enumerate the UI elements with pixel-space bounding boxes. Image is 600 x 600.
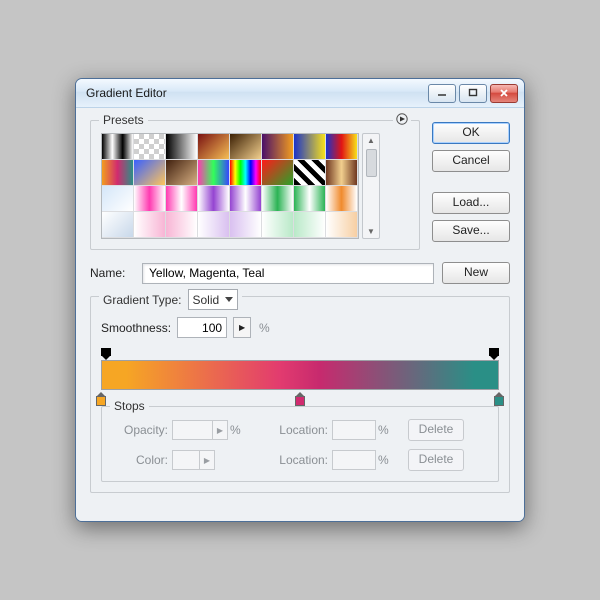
preset-swatch[interactable] xyxy=(198,134,230,160)
preset-swatch[interactable] xyxy=(198,160,230,186)
preset-swatch[interactable] xyxy=(166,160,198,186)
preset-swatch[interactable] xyxy=(166,134,198,160)
delete-color-stop-button: Delete xyxy=(408,449,464,471)
name-label: Name: xyxy=(90,266,134,280)
maximize-button[interactable] xyxy=(459,84,487,103)
preset-swatch[interactable] xyxy=(102,186,134,212)
color-swatch xyxy=(172,450,200,470)
name-row: Name: New xyxy=(90,262,510,284)
percent-label-2: % xyxy=(228,423,242,437)
preset-swatch[interactable] xyxy=(134,186,166,212)
gradient-ramp[interactable] xyxy=(101,348,499,406)
smoothness-label: Smoothness: xyxy=(101,321,171,335)
preset-swatch[interactable] xyxy=(166,212,198,238)
maximize-icon xyxy=(468,88,478,98)
gradient-editor-window: Gradient Editor Presets xyxy=(75,78,525,522)
stops-legend: Stops xyxy=(110,399,149,413)
color-stop[interactable] xyxy=(494,392,504,406)
save-button[interactable]: Save... xyxy=(432,220,510,242)
flyout-icon xyxy=(396,113,408,125)
preset-swatch[interactable] xyxy=(326,134,358,160)
percent-label-4: % xyxy=(376,453,390,467)
preset-swatch[interactable] xyxy=(262,134,294,160)
location2-label: Location: xyxy=(272,453,332,467)
smoothness-input[interactable] xyxy=(177,317,227,338)
preset-swatch[interactable] xyxy=(230,134,262,160)
opacity-stepper: ▶ xyxy=(213,420,228,440)
presets-flyout-button[interactable] xyxy=(393,113,411,128)
preset-swatch[interactable] xyxy=(230,186,262,212)
preset-swatch[interactable] xyxy=(198,186,230,212)
scroll-down-arrow[interactable]: ▼ xyxy=(367,227,375,236)
preset-swatch[interactable] xyxy=(262,212,294,238)
preset-swatch[interactable] xyxy=(326,160,358,186)
delete-opacity-stop-button: Delete xyxy=(408,419,464,441)
cancel-button[interactable]: Cancel xyxy=(432,150,510,172)
scroll-thumb[interactable] xyxy=(366,149,377,177)
preset-swatch[interactable] xyxy=(102,212,134,238)
preset-swatch[interactable] xyxy=(262,160,294,186)
color-label: Color: xyxy=(112,453,172,467)
window-title: Gradient Editor xyxy=(82,86,428,100)
opacity-stop-right[interactable] xyxy=(489,348,499,360)
preset-swatch[interactable] xyxy=(230,160,262,186)
scroll-up-arrow[interactable]: ▲ xyxy=(367,136,375,145)
preset-swatch[interactable] xyxy=(134,160,166,186)
preset-swatch[interactable] xyxy=(166,186,198,212)
preset-swatch[interactable] xyxy=(294,212,326,238)
close-icon xyxy=(499,88,509,98)
name-input[interactable] xyxy=(142,263,434,284)
preset-swatch[interactable] xyxy=(262,186,294,212)
presets-legend: Presets xyxy=(99,113,148,127)
opacity-label: Opacity: xyxy=(112,423,172,437)
preset-swatch[interactable] xyxy=(102,160,134,186)
percent-label-1: % xyxy=(257,321,270,335)
new-button[interactable]: New xyxy=(442,262,510,284)
close-button[interactable] xyxy=(490,84,518,103)
opacity-stop-left[interactable] xyxy=(101,348,111,360)
title-bar: Gradient Editor xyxy=(76,79,524,108)
gradient-type-value: Solid xyxy=(193,293,220,307)
preset-swatch[interactable] xyxy=(134,134,166,160)
minimize-icon xyxy=(437,88,447,98)
preset-swatch[interactable] xyxy=(198,212,230,238)
percent-label-3: % xyxy=(376,423,390,437)
color-flyout: ▶ xyxy=(200,450,215,470)
preset-swatch[interactable] xyxy=(294,134,326,160)
opacity-input xyxy=(172,420,213,440)
preset-swatch[interactable] xyxy=(326,212,358,238)
gradient-preview[interactable] xyxy=(101,360,499,390)
preset-swatch[interactable] xyxy=(102,134,134,160)
ok-button[interactable]: OK xyxy=(432,122,510,144)
minimize-button[interactable] xyxy=(428,84,456,103)
smoothness-stepper[interactable]: ▶ xyxy=(233,317,251,338)
location1-input xyxy=(332,420,376,440)
presets-scrollbar[interactable]: ▲ ▼ xyxy=(362,133,380,239)
color-stop[interactable] xyxy=(96,392,106,406)
smoothness-row: Smoothness: ▶ % xyxy=(101,317,499,338)
preset-swatch[interactable] xyxy=(294,160,326,186)
preset-swatch[interactable] xyxy=(326,186,358,212)
gradient-type-group: Gradient Type: Solid Smoothness: ▶ % xyxy=(90,296,510,493)
color-stop[interactable] xyxy=(295,392,305,406)
preset-swatch[interactable] xyxy=(230,212,262,238)
gradient-type-select[interactable]: Solid xyxy=(188,289,239,310)
presets-grid xyxy=(101,133,359,239)
location2-input xyxy=(332,450,376,470)
stops-group: Stops Opacity: ▶ % Location: % xyxy=(101,406,499,482)
gradient-type-label: Gradient Type: xyxy=(103,293,182,307)
preset-swatch[interactable] xyxy=(134,212,166,238)
stops-controls: Opacity: ▶ % Location: % Delete C xyxy=(112,419,488,471)
load-button[interactable]: Load... xyxy=(432,192,510,214)
gradient-type-legend: Gradient Type: Solid xyxy=(99,289,242,310)
preset-swatch[interactable] xyxy=(294,186,326,212)
presets-group: Presets ▲ ▼ xyxy=(90,120,420,250)
window-controls xyxy=(428,84,518,103)
location1-label: Location: xyxy=(272,423,332,437)
